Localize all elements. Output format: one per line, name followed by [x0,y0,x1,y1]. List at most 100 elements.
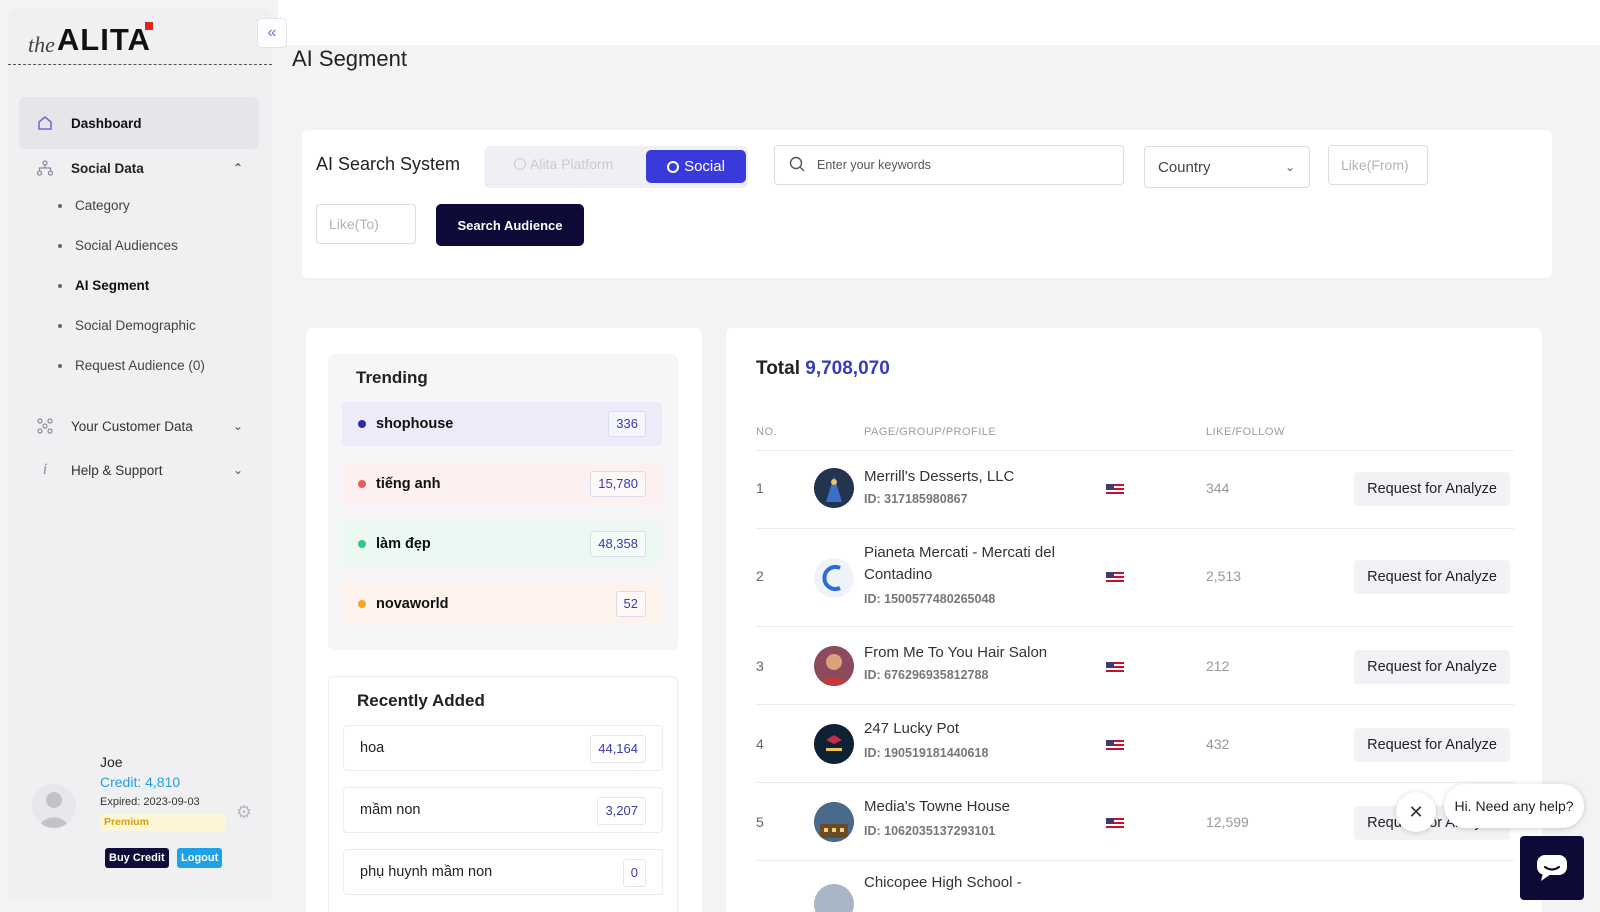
search-audience-button[interactable]: Search Audience [436,204,584,246]
users-icon [35,416,55,436]
country-select-label: Country [1158,158,1211,176]
sidebar-item-label: Social Data [71,160,144,176]
user-expiry: Expired: 2023-09-03 [100,796,200,808]
page-thumbnail [814,724,854,764]
sidebar-item-social-data[interactable]: Social Data ⌃ [19,154,259,182]
trending-count: 48,358 [590,531,646,557]
page-thumbnail [814,558,854,598]
option-social[interactable]: Social [646,150,746,183]
keyword-input[interactable] [817,158,1097,172]
chevron-down-icon: ⌄ [1284,160,1295,174]
home-icon [35,113,55,133]
recent-count: 0 [622,859,646,887]
row-number: 2 [756,568,764,584]
sidebar-item-label: Help & Support [71,462,163,478]
total-count: Total 9,708,070 [756,358,890,380]
page-name[interactable]: Merrill's Desserts, LLC [864,466,1094,488]
brand-prefix: the [28,32,55,57]
trending-label: làm đẹp [376,536,431,552]
brand-logo[interactable]: the ALITA [28,22,153,58]
sidebar-item-label: Dashboard [71,115,142,131]
page-name[interactable]: Chicopee High School - [864,872,1094,894]
chat-greeting[interactable]: Hi. Need any help? [1444,784,1584,828]
country-select[interactable]: Country ⌄ [1144,146,1310,188]
like-count: 344 [1206,480,1230,496]
keywords-panel: Trending shophouse 336 tiếng anh 15,780 … [306,328,702,912]
total-label: Total [756,358,800,379]
status-dot [358,540,366,548]
page-name[interactable]: Media's Towne House [864,796,1094,818]
user-name: Joe [100,754,123,770]
recent-item[interactable]: phụ huynh mầm non 0 [343,849,663,895]
collapse-sidebar-icon[interactable]: « [257,18,287,48]
gear-icon[interactable]: ⚙ [236,802,252,823]
chevron-up-icon[interactable]: ⌃ [233,161,243,175]
chevron-down-icon[interactable]: ⌄ [233,463,243,477]
page-name[interactable]: 247 Lucky Pot [864,718,1094,740]
page-thumbnail [814,884,854,912]
us-flag-icon [1106,818,1124,830]
hierarchy-icon [35,158,55,178]
trending-item[interactable]: novaworld 52 [342,582,662,626]
page-name[interactable]: From Me To You Hair Salon [864,642,1094,664]
recent-label: hoa [360,740,385,756]
trending-item[interactable]: shophouse 336 [342,402,662,446]
page-id: ID: 317185980867 [864,492,968,506]
trending-item[interactable]: làm đẹp 48,358 [342,522,662,566]
brand-name: ALITA [56,22,153,57]
table-row: 4 247 Lucky Pot ID: 190519181440618 432 … [726,704,1542,782]
sidebar-subitem-ai-segment[interactable]: AI Segment [58,278,149,293]
buy-credit-button[interactable]: Buy Credit [105,848,169,868]
like-from-input[interactable]: Like(From) [1328,145,1428,185]
recent-label: mầm non [360,802,421,818]
recent-item[interactable]: hoa 44,164 [343,725,663,771]
row-number: 1 [756,480,764,496]
recent-count: 3,207 [597,797,646,825]
recent-count: 44,164 [590,735,646,763]
option-label: Alita Platform [530,156,614,172]
like-to-input[interactable]: Like(To) [316,204,416,244]
request-analyze-button[interactable]: Request for Analyze [1354,560,1510,594]
request-analyze-button[interactable]: Request for Analyze [1354,650,1510,684]
top-bar [278,0,1600,45]
sidebar: the ALITA Dashboard Social Data ⌃ Catego… [8,8,272,900]
recent-item[interactable]: mầm non 3,207 [343,787,663,833]
page-thumbnail [814,468,854,508]
page-title: AI Segment [292,46,407,71]
page-thumbnail [814,802,854,842]
us-flag-icon [1106,572,1124,584]
chat-icon [1537,855,1567,881]
logout-button[interactable]: Logout [177,848,223,868]
sidebar-item-customer-data[interactable]: Your Customer Data ⌄ [19,412,259,440]
page-id: ID: 190519181440618 [864,746,989,760]
chat-launcher-button[interactable] [1520,836,1584,900]
option-alita-platform[interactable]: Alita Platform [514,156,613,172]
status-dot [358,600,366,608]
sidebar-subitem-request-audience[interactable]: Request Audience (0) [58,358,205,373]
close-chat-icon[interactable]: ✕ [1396,792,1436,832]
status-dot [358,480,366,488]
page-name[interactable]: Pianeta Mercati - Mercati del Contadino [864,542,1094,586]
chevron-down-icon[interactable]: ⌄ [233,419,243,433]
request-analyze-button[interactable]: Request for Analyze [1354,472,1510,506]
table-row: 2 Pianeta Mercati - Mercati del Contadin… [726,528,1542,626]
sidebar-item-help[interactable]: i Help & Support ⌄ [19,456,259,484]
search-icon [789,156,805,175]
sidebar-subitem-category[interactable]: Category [58,198,130,213]
trending-item[interactable]: tiếng anh 15,780 [342,462,662,506]
recent-label: phụ huynh mầm non [360,864,493,880]
sidebar-subitem-social-demographic[interactable]: Social Demographic [58,318,196,333]
request-analyze-button[interactable]: Request for Analyze [1354,728,1510,762]
keyword-search-box [774,145,1124,185]
column-header-likes: LIKE/FOLLOW [1206,426,1285,438]
trending-card: Trending shophouse 336 tiếng anh 15,780 … [328,354,678,650]
search-system-title: AI Search System [316,154,461,174]
total-value: 9,708,070 [805,358,890,379]
sidebar-item-dashboard[interactable]: Dashboard [19,97,259,149]
plan-badge: Premium [100,814,226,831]
like-count: 12,599 [1206,814,1249,830]
recently-added-title: Recently Added [357,691,485,710]
sidebar-subitem-social-audiences[interactable]: Social Audiences [58,238,178,253]
search-panel: AI Search System Alita Platform Social C… [302,130,1552,278]
trending-label: novaworld [376,596,449,612]
